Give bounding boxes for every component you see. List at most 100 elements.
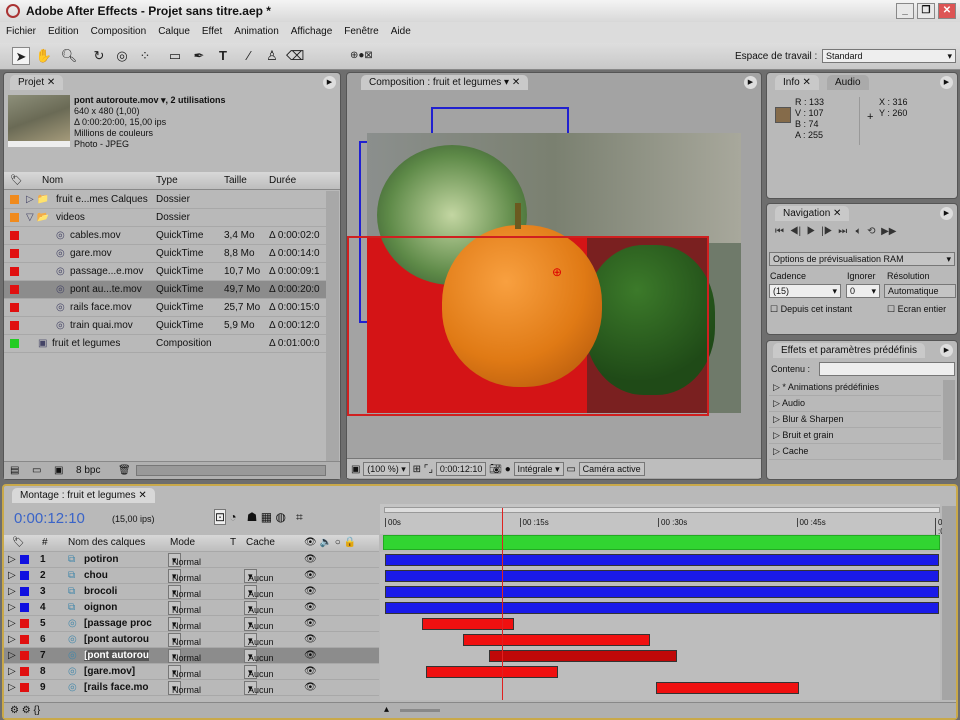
work-area-bar[interactable] [383, 535, 940, 550]
zoom-slider[interactable] [400, 709, 440, 712]
menu-effet[interactable]: Effet [202, 26, 222, 37]
visibility-eye-icon[interactable]: 👁 [304, 650, 317, 661]
col-type[interactable]: Type [156, 175, 178, 186]
tab-projet[interactable]: Projet ✕ [10, 75, 64, 90]
expand-arrow-icon[interactable]: ▷ [8, 554, 16, 565]
menu-aide[interactable]: Aide [391, 26, 411, 37]
horizontal-scrollbar[interactable] [136, 465, 326, 476]
layer-row[interactable]: ▷ 4 ⧉ oignon Normal ▾ Aucun ▾ 👁 [4, 600, 379, 616]
layer-row[interactable]: ▷ 9 ◎ [rails face.mo Normal ▾ Aucun ▾ 👁 [4, 680, 379, 696]
project-item[interactable]: ◎ passage...e.mov QuickTime 10,7 Mo Δ 0:… [4, 263, 326, 281]
interpret-footage-icon[interactable]: ▤ [10, 465, 19, 476]
camera-select[interactable]: Caméra active [578, 462, 645, 476]
hide-shy-icon[interactable]: ☗ [247, 510, 258, 524]
layer-duration-bar[interactable] [655, 682, 799, 694]
layer-name[interactable]: [pont autorou [84, 634, 149, 645]
tab-effects[interactable]: Effets et paramètres prédéfinis [773, 343, 925, 358]
label-color-swatch[interactable] [20, 619, 29, 628]
label-color-swatch[interactable] [10, 267, 19, 276]
selection-tool-icon[interactable]: ➤ [12, 47, 30, 65]
minimize-button[interactable]: _ [896, 3, 914, 19]
loop-icon[interactable]: ⟲ [867, 226, 875, 237]
layer-duration-bar[interactable] [463, 634, 650, 646]
mask-view-icon[interactable]: ⌜⌟ [424, 464, 433, 475]
blend-mode-select[interactable]: Normal ▾ [168, 665, 201, 679]
pan-behind-tool-icon[interactable]: ⁘ [136, 47, 154, 65]
zoom-tool-icon[interactable]: 🔍︎ [60, 47, 78, 65]
track-matte-select[interactable]: Aucun ▾ [244, 665, 274, 679]
comp-mini-flowchart-icon[interactable]: ⊡ [214, 509, 227, 525]
label-color-swatch[interactable] [10, 231, 19, 240]
layer-row[interactable]: ▷ 6 ◎ [pont autorou Normal ▾ Aucun ▾ 👁 [4, 632, 379, 648]
label-color-swatch[interactable] [20, 587, 29, 596]
layer-name[interactable]: [pont autorou [84, 650, 149, 661]
frame-blending-icon[interactable]: ▦ [261, 510, 272, 524]
blend-mode-select[interactable]: Normal ▾ [168, 633, 201, 647]
pen-tool-icon[interactable]: ✒ [190, 47, 208, 65]
tab-info[interactable]: Info ✕ [775, 75, 819, 90]
first-frame-icon[interactable]: ⏮ [775, 226, 784, 237]
col-layer-name[interactable]: Nom des calques [68, 537, 145, 548]
layer-row[interactable]: ▷ 2 ⧉ chou Normal ▾ Aucun ▾ 👁 [4, 568, 379, 584]
label-color-swatch[interactable] [20, 651, 29, 660]
layer-row[interactable]: ▷ 5 ◎ [passage proc Normal ▾ Aucun ▾ 👁 [4, 616, 379, 632]
menu-calque[interactable]: Calque [158, 26, 190, 37]
expand-arrow-icon[interactable]: ▷ [8, 682, 16, 693]
track-matte-select[interactable]: Aucun ▾ [244, 601, 274, 615]
effects-category[interactable]: ▷ Audio [769, 396, 941, 412]
panel-menu-icon[interactable]: ▶ [940, 76, 953, 89]
layer-row[interactable]: ▷ 1 ⧉ potiron Normal ▾ 👁 [4, 552, 379, 568]
camera-tool-icon[interactable]: ◎ [113, 47, 131, 65]
project-item[interactable]: ◎ rails face.mov QuickTime 25,7 Mo Δ 0:0… [4, 299, 326, 317]
draft-3d-icon[interactable]: ◔ [229, 510, 236, 524]
menu-animation[interactable]: Animation [234, 26, 278, 37]
layer-name[interactable]: chou [84, 570, 108, 581]
tab-timeline[interactable]: Montage : fruit et legumes ✕ [12, 488, 155, 503]
effects-category[interactable]: ▷ Bruit et grain [769, 428, 941, 444]
clone-stamp-tool-icon[interactable]: ♙ [263, 47, 281, 65]
project-item[interactable]: ▣ fruit et legumes Composition Δ 0:01:00… [4, 335, 326, 353]
project-item[interactable]: ▷ 📁 fruit e...mes Calques Dossier [4, 191, 326, 209]
tab-navigation[interactable]: Navigation ✕ [775, 206, 850, 221]
visibility-eye-icon[interactable]: 👁 [304, 602, 317, 613]
rotate-tool-icon[interactable]: ↻ [90, 47, 108, 65]
project-item[interactable]: ◎ train quai.mov QuickTime 5,9 Mo Δ 0:00… [4, 317, 326, 335]
bpc-button[interactable]: 8 bpc [76, 465, 100, 476]
ignore-select[interactable]: 0 ▾ [846, 284, 880, 298]
col-taille[interactable]: Taille [224, 175, 247, 186]
label-color-swatch[interactable] [10, 195, 19, 204]
maximize-button[interactable]: ❐ [917, 3, 935, 19]
project-item[interactable]: ◎ pont au...te.mov QuickTime 49,7 Mo Δ 0… [4, 281, 326, 299]
blend-mode-select[interactable]: Normal ▾ [168, 681, 201, 695]
motion-blur-icon[interactable]: ◍ [275, 510, 285, 524]
layer-name[interactable]: potiron [84, 554, 118, 565]
ram-preview-options[interactable]: Options de prévisualisation RAM ▾ [769, 252, 955, 266]
panel-menu-icon[interactable]: ▶ [940, 207, 953, 220]
visibility-eye-icon[interactable]: 👁 [304, 682, 317, 693]
zoom-select[interactable]: (100 %) ▾ [363, 462, 410, 476]
effects-scrollbar[interactable] [943, 380, 955, 460]
layer-duration-bar[interactable] [385, 554, 939, 566]
track-matte-select[interactable]: Aucun ▾ [244, 649, 274, 663]
layer-duration-bar[interactable] [385, 570, 939, 582]
ram-preview-icon[interactable]: ▶▶ [881, 226, 896, 237]
project-item[interactable]: ◎ gare.mov QuickTime 8,8 Mo Δ 0:00:14:0 [4, 245, 326, 263]
effects-category[interactable]: ▷ Cache [769, 444, 941, 460]
expand-arrow-icon[interactable]: ▷ [8, 570, 16, 581]
expand-arrow-icon[interactable]: ▷ [8, 602, 16, 613]
visibility-eye-icon[interactable]: 👁 [304, 586, 317, 597]
track-matte-select[interactable]: Aucun ▾ [244, 569, 274, 583]
layer-name[interactable]: [rails face.mo [84, 682, 148, 693]
col-duree[interactable]: Durée [269, 175, 296, 186]
current-time-field[interactable]: 0:00:12:10 [435, 462, 487, 476]
col-nom[interactable]: Nom [42, 175, 63, 186]
layer-row[interactable]: ▷ 7 ◎ [pont autorou Normal ▾ Aucun ▾ 👁 [4, 648, 379, 664]
blend-mode-select[interactable]: Normal ▾ [168, 553, 201, 567]
time-ruler[interactable]: 00s00 :15s00 :30s00 :45s01 :0 [380, 504, 947, 536]
panel-menu-icon[interactable]: ▶ [323, 76, 336, 89]
layer-duration-bar[interactable] [425, 666, 558, 678]
menu-composition[interactable]: Composition [91, 26, 147, 37]
always-preview-icon[interactable]: ▣ [351, 464, 360, 475]
project-scrollbar[interactable] [326, 191, 339, 461]
resolution-select[interactable]: Automatique [884, 284, 956, 298]
